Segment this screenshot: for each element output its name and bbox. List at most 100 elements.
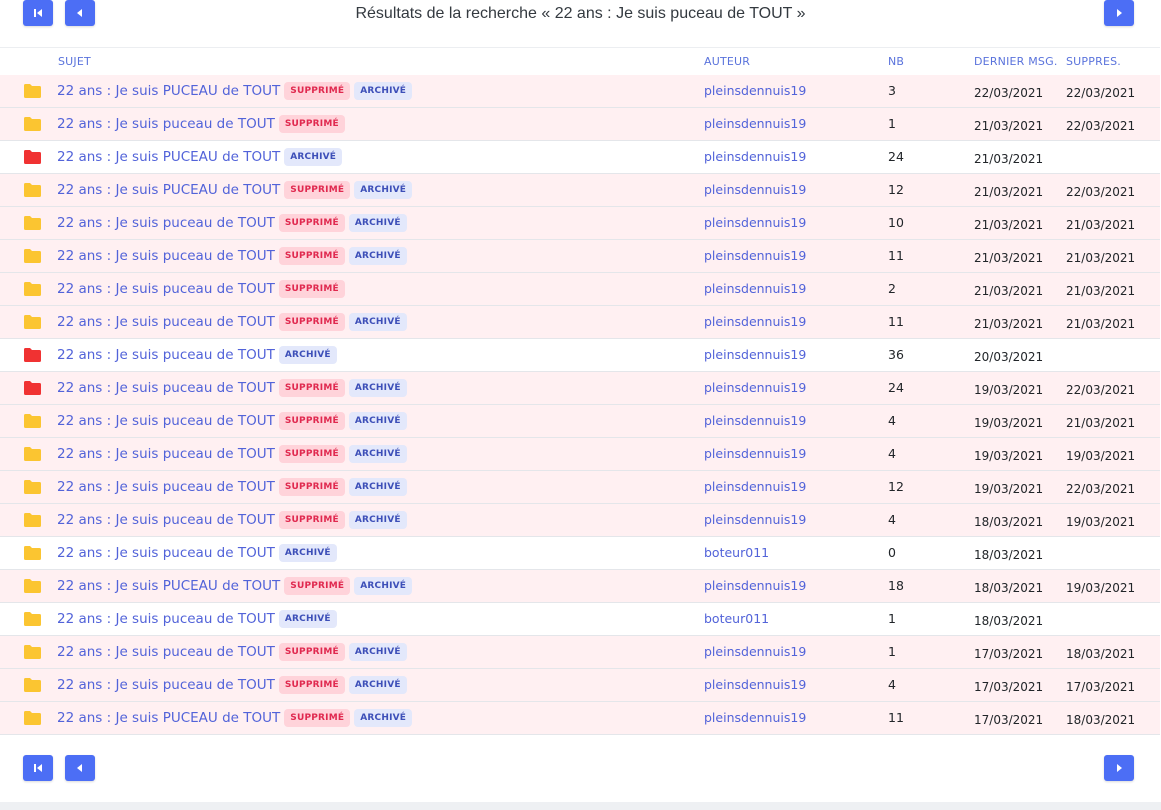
topic-link[interactable]: 22 ans : Je suis puceau de TOUT — [57, 479, 275, 495]
author-link[interactable]: pleinsdennuis19 — [704, 149, 806, 164]
archived-badge: ARCHIVÉ — [278, 544, 337, 562]
message-count: 1 — [888, 611, 896, 626]
topic-link[interactable]: 22 ans : Je suis puceau de TOUT — [57, 314, 275, 330]
author-link[interactable]: pleinsdennuis19 — [704, 182, 806, 197]
footer-strip — [0, 802, 1161, 810]
last-message-date: 21/03/2021 — [974, 152, 1044, 166]
topic-link[interactable]: 22 ans : Je suis puceau de TOUT — [57, 380, 275, 396]
message-count: 12 — [888, 182, 904, 197]
topic-link[interactable]: 22 ans : Je suis PUCEAU de TOUT — [57, 182, 280, 198]
last-message-date: 18/03/2021 — [974, 548, 1044, 562]
folder-icon — [24, 347, 41, 366]
topic-link[interactable]: 22 ans : Je suis puceau de TOUT — [57, 644, 275, 660]
column-header-deleted[interactable]: SUPPRES. — [1066, 55, 1121, 68]
author-link[interactable]: pleinsdennuis19 — [704, 215, 806, 230]
author-link[interactable]: pleinsdennuis19 — [704, 83, 806, 98]
topic-link[interactable]: 22 ans : Je suis PUCEAU de TOUT — [57, 149, 280, 165]
subject-cell: 22 ans : Je suis puceau de TOUT ARCHIVÉ — [57, 610, 337, 628]
author-link[interactable]: boteur011 — [704, 611, 769, 626]
topic-link[interactable]: 22 ans : Je suis puceau de TOUT — [57, 248, 275, 264]
column-header-last-message[interactable]: DERNIER MSG. — [974, 55, 1058, 68]
message-count: 11 — [888, 314, 904, 329]
folder-icon — [24, 182, 41, 201]
author-link[interactable]: pleinsdennuis19 — [704, 446, 806, 461]
folder-icon — [24, 248, 41, 267]
topic-link[interactable]: 22 ans : Je suis puceau de TOUT — [57, 545, 275, 561]
author-link[interactable]: pleinsdennuis19 — [704, 677, 806, 692]
archived-badge: ARCHIVÉ — [348, 313, 407, 331]
subject-cell: 22 ans : Je suis puceau de TOUT SUPPRIMÉ — [57, 115, 345, 133]
message-count: 0 — [888, 545, 896, 560]
author-link[interactable]: pleinsdennuis19 — [704, 512, 806, 527]
subject-cell: 22 ans : Je suis puceau de TOUT SUPPRIMÉ A… — [57, 676, 407, 694]
table-row: 22 ans : Je suis puceau de TOUT SUPPRIMÉ p… — [0, 108, 1160, 141]
topic-link[interactable]: 22 ans : Je suis puceau de TOUT — [57, 611, 275, 627]
topic-link[interactable]: 22 ans : Je suis puceau de TOUT — [57, 215, 275, 231]
column-header-author[interactable]: AUTEUR — [704, 55, 750, 68]
deleted-badge: SUPPRIMÉ — [278, 643, 345, 661]
deletion-date: 17/03/2021 — [1066, 680, 1136, 694]
deletion-date: 22/03/2021 — [1066, 482, 1136, 496]
subject-cell: 22 ans : Je suis puceau de TOUT SUPPRIMÉ A… — [57, 643, 407, 661]
topic-link[interactable]: 22 ans : Je suis puceau de TOUT — [57, 281, 275, 297]
topic-link[interactable]: 22 ans : Je suis PUCEAU de TOUT — [57, 710, 280, 726]
topic-link[interactable]: 22 ans : Je suis puceau de TOUT — [57, 116, 275, 132]
topic-link[interactable]: 22 ans : Je suis PUCEAU de TOUT — [57, 578, 280, 594]
author-link[interactable]: boteur011 — [704, 545, 769, 560]
archived-badge: ARCHIVÉ — [348, 478, 407, 496]
archived-badge: ARCHIVÉ — [348, 643, 407, 661]
first-page-button-bottom[interactable] — [23, 755, 53, 781]
subject-cell: 22 ans : Je suis puceau de TOUT SUPPRIMÉ A… — [57, 379, 407, 397]
deleted-badge: SUPPRIMÉ — [278, 412, 345, 430]
topic-link[interactable]: 22 ans : Je suis puceau de TOUT — [57, 677, 275, 693]
author-link[interactable]: pleinsdennuis19 — [704, 578, 806, 593]
author-link[interactable]: pleinsdennuis19 — [704, 710, 806, 725]
author-link[interactable]: pleinsdennuis19 — [704, 248, 806, 263]
author-link[interactable]: pleinsdennuis19 — [704, 314, 806, 329]
archived-badge: ARCHIVÉ — [348, 412, 407, 430]
author-link[interactable]: pleinsdennuis19 — [704, 644, 806, 659]
topic-link[interactable]: 22 ans : Je suis puceau de TOUT — [57, 446, 275, 462]
deletion-date: 21/03/2021 — [1066, 317, 1136, 331]
table-row: 22 ans : Je suis puceau de TOUT SUPPRIMÉ A… — [0, 438, 1160, 471]
column-header-nb[interactable]: NB — [888, 55, 904, 68]
last-message-date: 19/03/2021 — [974, 416, 1044, 430]
folder-icon — [24, 644, 41, 663]
last-message-date: 19/03/2021 — [974, 449, 1044, 463]
message-count: 4 — [888, 446, 896, 461]
table-row: 22 ans : Je suis PUCEAU de TOUT ARCHIVÉ pl… — [0, 141, 1160, 174]
topic-link[interactable]: 22 ans : Je suis puceau de TOUT — [57, 413, 275, 429]
deleted-badge: SUPPRIMÉ — [278, 676, 345, 694]
subject-cell: 22 ans : Je suis puceau de TOUT SUPPRIMÉ A… — [57, 478, 407, 496]
previous-page-button-bottom[interactable] — [65, 755, 95, 781]
skip-first-icon — [34, 764, 42, 772]
column-header-subject[interactable]: SUJET — [58, 55, 91, 68]
last-message-date: 21/03/2021 — [974, 251, 1044, 265]
next-page-button-bottom[interactable] — [1104, 755, 1134, 781]
deletion-date: 21/03/2021 — [1066, 218, 1136, 232]
subject-cell: 22 ans : Je suis puceau de TOUT ARCHIVÉ — [57, 544, 337, 562]
results-table: SUJET AUTEUR NB DERNIER MSG. SUPPRES. 22… — [0, 47, 1160, 735]
table-row: 22 ans : Je suis puceau de TOUT ARCHIVÉ bo… — [0, 603, 1160, 636]
archived-badge: ARCHIVÉ — [354, 709, 413, 727]
author-link[interactable]: pleinsdennuis19 — [704, 380, 806, 395]
message-count: 18 — [888, 578, 904, 593]
next-page-button[interactable] — [1104, 0, 1134, 26]
archived-badge: ARCHIVÉ — [354, 577, 413, 595]
table-row: 22 ans : Je suis puceau de TOUT SUPPRIMÉ A… — [0, 504, 1160, 537]
deletion-date: 22/03/2021 — [1066, 119, 1136, 133]
message-count: 11 — [888, 710, 904, 725]
topic-link[interactable]: 22 ans : Je suis puceau de TOUT — [57, 347, 275, 363]
folder-icon — [24, 677, 41, 696]
author-link[interactable]: pleinsdennuis19 — [704, 347, 806, 362]
topic-link[interactable]: 22 ans : Je suis puceau de TOUT — [57, 512, 275, 528]
topic-link[interactable]: 22 ans : Je suis PUCEAU de TOUT — [57, 83, 280, 99]
author-link[interactable]: pleinsdennuis19 — [704, 413, 806, 428]
last-message-date: 18/03/2021 — [974, 581, 1044, 595]
author-link[interactable]: pleinsdennuis19 — [704, 479, 806, 494]
author-link[interactable]: pleinsdennuis19 — [704, 281, 806, 296]
subject-cell: 22 ans : Je suis puceau de TOUT SUPPRIMÉ A… — [57, 214, 407, 232]
subject-cell: 22 ans : Je suis puceau de TOUT SUPPRIMÉ A… — [57, 247, 407, 265]
archived-badge: ARCHIVÉ — [348, 445, 407, 463]
author-link[interactable]: pleinsdennuis19 — [704, 116, 806, 131]
